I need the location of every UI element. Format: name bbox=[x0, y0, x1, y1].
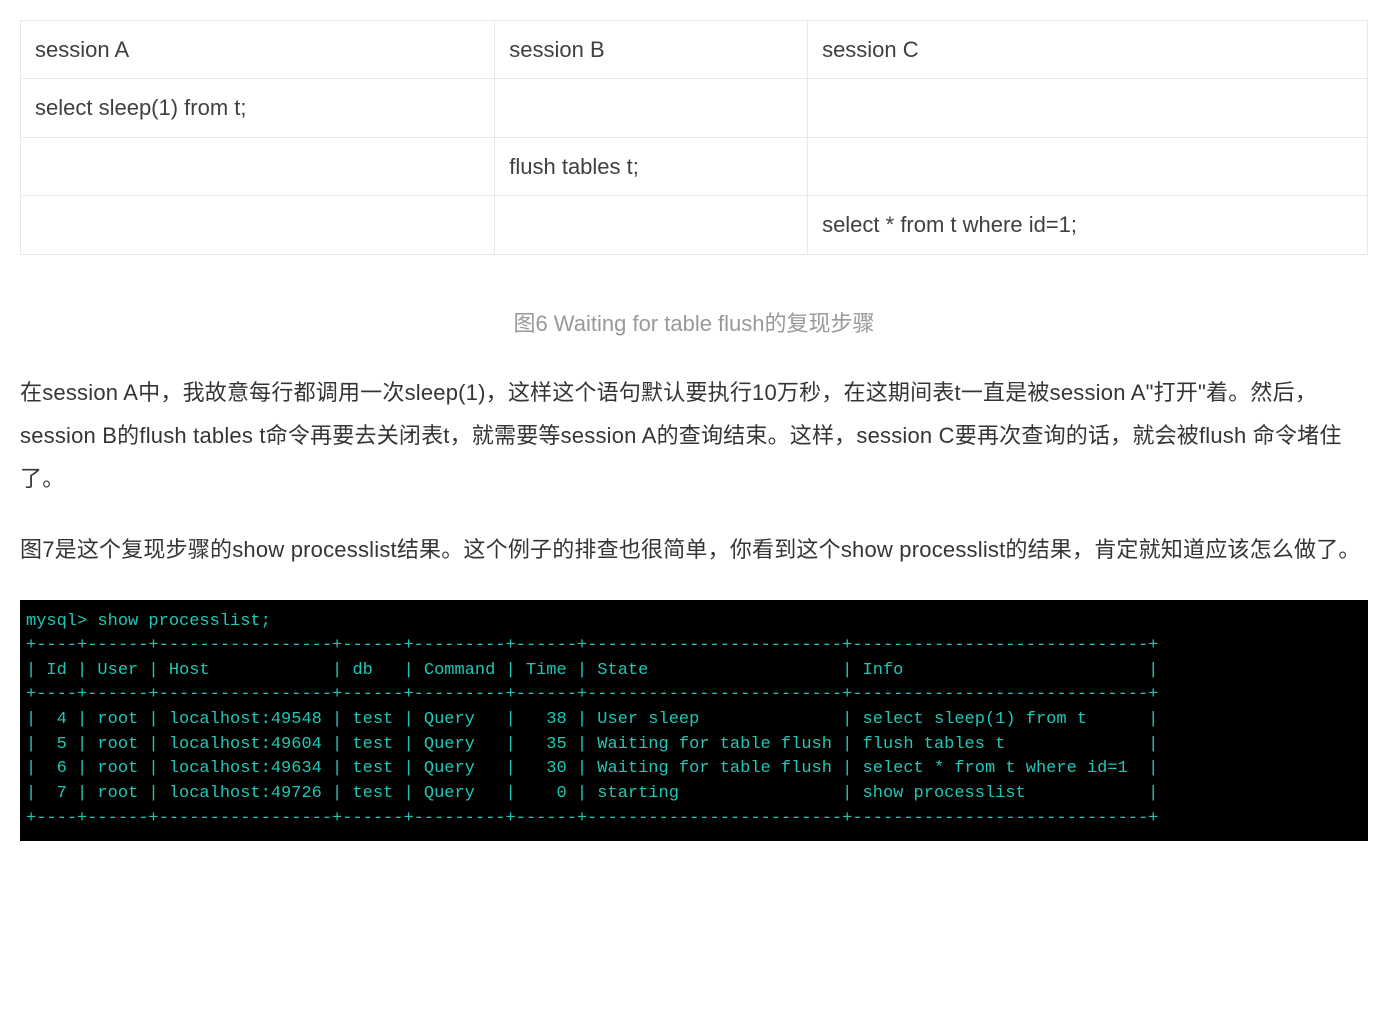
mysql-terminal-output: mysql> show processlist; +----+------+--… bbox=[20, 600, 1368, 842]
sessions-table: session A session B session C select sle… bbox=[20, 20, 1368, 255]
terminal-data-row: | 6 | root | localhost:49634 | test | Qu… bbox=[26, 759, 1158, 778]
terminal-data-row: | 5 | root | localhost:49604 | test | Qu… bbox=[26, 735, 1158, 754]
cell: select sleep(1) from t; bbox=[21, 79, 495, 137]
terminal-divider: +----+------+-----------------+------+--… bbox=[26, 809, 1158, 828]
terminal-divider: +----+------+-----------------+------+--… bbox=[26, 636, 1158, 655]
terminal-data-row: | 4 | root | localhost:49548 | test | Qu… bbox=[26, 710, 1158, 729]
header-session-a: session A bbox=[21, 21, 495, 79]
paragraph-1: 在session A中，我故意每行都调用一次sleep(1)，这样这个语句默认要… bbox=[20, 372, 1368, 501]
header-session-b: session B bbox=[495, 21, 808, 79]
cell bbox=[808, 137, 1368, 195]
header-session-c: session C bbox=[808, 21, 1368, 79]
cell: flush tables t; bbox=[495, 137, 808, 195]
table-row: select sleep(1) from t; bbox=[21, 79, 1368, 137]
terminal-divider: +----+------+-----------------+------+--… bbox=[26, 685, 1158, 704]
sessions-header-row: session A session B session C bbox=[21, 21, 1368, 79]
cell bbox=[495, 196, 808, 254]
table-row: select * from t where id=1; bbox=[21, 196, 1368, 254]
cell: select * from t where id=1; bbox=[808, 196, 1368, 254]
cell bbox=[808, 79, 1368, 137]
table-row: flush tables t; bbox=[21, 137, 1368, 195]
terminal-data-row: | 7 | root | localhost:49726 | test | Qu… bbox=[26, 784, 1158, 803]
cell bbox=[21, 137, 495, 195]
paragraph-2: 图7是这个复现步骤的show processlist结果。这个例子的排查也很简单… bbox=[20, 529, 1368, 572]
cell bbox=[495, 79, 808, 137]
figure6-caption: 图6 Waiting for table flush的复现步骤 bbox=[20, 305, 1368, 342]
terminal-prompt: mysql> show processlist; bbox=[26, 612, 271, 631]
cell bbox=[21, 196, 495, 254]
terminal-header-row: | Id | User | Host | db | Command | Time… bbox=[26, 661, 1158, 680]
